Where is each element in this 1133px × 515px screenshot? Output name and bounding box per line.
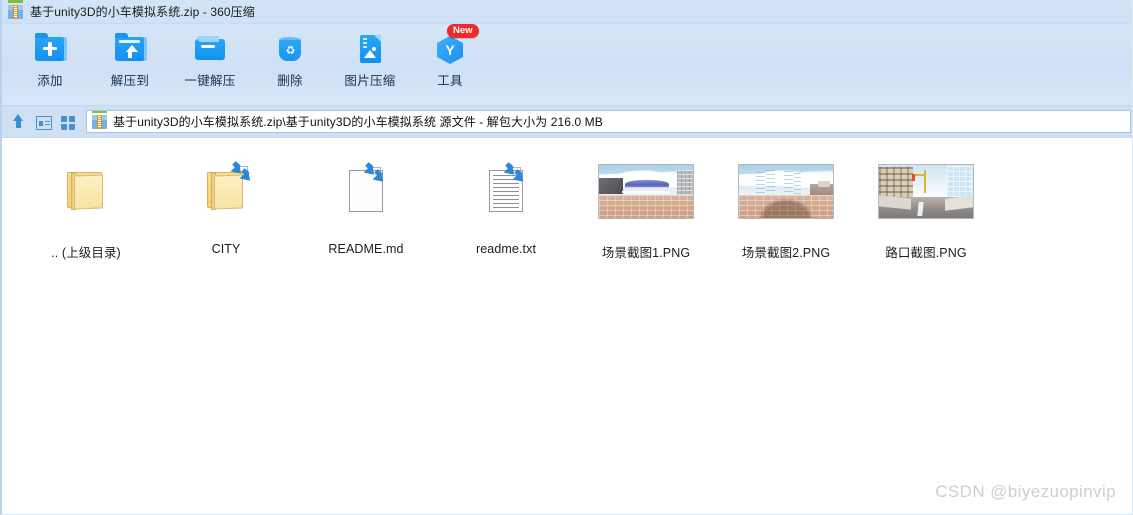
toolbar-button-add-label: 添加 [37, 74, 63, 88]
file-list-area[interactable]: .. (上级目录) CITY README.md readme.txt 场景截图… [2, 138, 1132, 514]
file-label: .. (上级目录) [51, 246, 121, 260]
toolbar-button-one-click-extract[interactable]: 一键解压 [180, 32, 240, 89]
image-thumbnail [878, 160, 974, 222]
path-input[interactable]: 基于unity3D的小车模拟系统.zip\基于unity3D的小车模拟系统 源文… [86, 110, 1131, 133]
list-item[interactable]: CITY [156, 160, 296, 261]
path-text: 基于unity3D的小车模拟系统.zip\基于unity3D的小车模拟系统 源文… [113, 115, 603, 129]
list-item[interactable]: README.md [296, 160, 436, 261]
toolbar-button-image-compress-label: 图片压缩 [344, 74, 396, 88]
list-item[interactable]: 路口截图.PNG [856, 160, 996, 261]
file-label: 场景截图1.PNG [601, 246, 691, 260]
file-label: readme.txt [475, 242, 537, 256]
folder-add-icon [33, 32, 67, 66]
text-document-icon [489, 160, 528, 222]
up-arrow-icon[interactable] [10, 113, 27, 130]
compress-arrows-icon [230, 161, 255, 190]
window-title: 基于unity3D的小车模拟系统.zip - 360压缩 [30, 5, 255, 19]
folder-extract-icon [113, 32, 147, 66]
list-item[interactable]: readme.txt [436, 160, 576, 261]
watermark: CSDN @biyezuopinvip [935, 482, 1116, 501]
toolbar-button-one-click-extract-label: 一键解压 [184, 74, 236, 88]
toolbar-button-extract-to[interactable]: 解压到 [100, 32, 160, 89]
folder-icon [63, 160, 109, 222]
file-grid: .. (上级目录) CITY README.md readme.txt 场景截图… [2, 160, 1132, 261]
toolbar-button-delete[interactable]: ♻ 删除 [260, 32, 320, 89]
image-thumbnail [738, 160, 834, 222]
app-window: 基于unity3D的小车模拟系统.zip - 360压缩 添加 解压到 一键解压 [0, 0, 1133, 515]
file-label: CITY [211, 242, 241, 256]
folder-icon [203, 160, 255, 222]
toolbar-button-image-compress[interactable]: 图片压缩 [340, 32, 400, 89]
list-item[interactable]: 场景截图2.PNG [716, 160, 856, 261]
grid-view-icon[interactable] [61, 115, 77, 130]
recycle-bin-icon: ♻ [273, 32, 307, 66]
address-bar: 基于unity3D的小车模拟系统.zip\基于unity3D的小车模拟系统 源文… [2, 106, 1132, 138]
one-click-extract-icon [193, 32, 227, 66]
blank-document-icon [349, 160, 388, 222]
toolbar-button-delete-label: 删除 [277, 74, 303, 88]
compress-arrows-icon [503, 162, 528, 191]
toolbar-button-add[interactable]: 添加 [20, 32, 80, 89]
zip-archive-icon [8, 0, 24, 20]
compress-arrows-icon [363, 162, 388, 191]
title-bar: 基于unity3D的小车模拟系统.zip - 360压缩 [2, 0, 1132, 24]
file-label: 路口截图.PNG [885, 246, 967, 260]
image-thumbnail [598, 160, 694, 222]
path-zip-archive-icon [92, 111, 108, 130]
toolbar: 添加 解压到 一键解压 ♻ 删除 图片压缩 New Y 工具 [2, 24, 1132, 106]
toolbar-button-tools-label: 工具 [437, 74, 463, 88]
file-label: README.md [328, 242, 404, 256]
new-badge: New [447, 24, 479, 38]
image-compress-icon [353, 32, 387, 66]
list-item[interactable]: 场景截图1.PNG [576, 160, 716, 261]
file-label: 场景截图2.PNG [741, 246, 831, 260]
toolbar-button-extract-to-label: 解压到 [110, 74, 150, 88]
toolbar-button-tools[interactable]: New Y 工具 [420, 24, 480, 89]
details-view-icon[interactable] [36, 115, 52, 130]
list-item[interactable]: .. (上级目录) [16, 160, 156, 261]
